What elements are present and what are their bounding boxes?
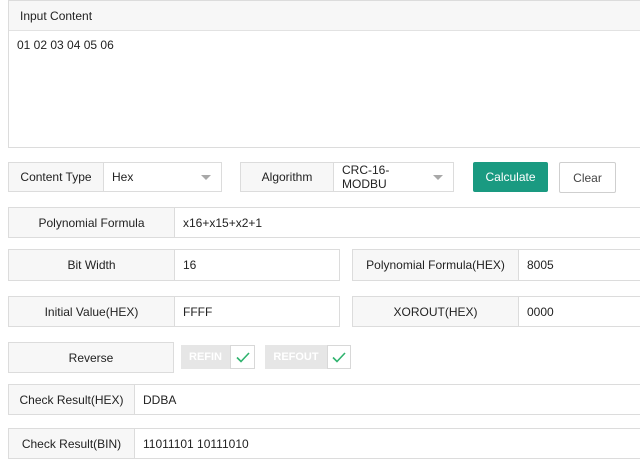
input-textarea[interactable]: 01 02 03 04 05 06 xyxy=(9,32,640,148)
result-hex-value: DDBA xyxy=(143,392,177,407)
bit-width-group: Bit Width 16 xyxy=(8,249,340,281)
checkmark-icon xyxy=(332,351,346,363)
initial-value-group: Initial Value(HEX) FFFF xyxy=(8,296,340,327)
polynomial-formula-input[interactable]: x16+x15+x2+1 xyxy=(175,208,640,237)
chevron-down-icon xyxy=(201,174,211,180)
refout-toggle[interactable]: REFOUT xyxy=(265,345,351,369)
polynomial-formula-row: Polynomial Formula x16+x15+x2+1 xyxy=(8,207,640,238)
polynomial-formula-value: x16+x15+x2+1 xyxy=(183,215,263,230)
clear-button-label: Clear xyxy=(573,170,602,185)
polynomial-hex-label: Polynomial Formula(HEX) xyxy=(353,250,519,280)
result-bin-output: 11011101 10111010 xyxy=(135,429,640,458)
input-text: 01 02 03 04 05 06 xyxy=(17,38,114,52)
bit-width-value: 16 xyxy=(183,258,197,272)
calculate-button-label: Calculate xyxy=(485,170,536,184)
algorithm-group: Algorithm CRC-16-MODBU xyxy=(240,162,454,192)
refin-check xyxy=(230,345,255,369)
xorout-value: 0000 xyxy=(527,304,554,319)
result-hex-row: Check Result(HEX) DDBA xyxy=(8,384,640,415)
initial-value-value: FFFF xyxy=(183,304,213,319)
polynomial-formula-label: Polynomial Formula xyxy=(9,208,175,237)
bit-width-input[interactable]: 16 xyxy=(175,250,339,280)
refout-check xyxy=(327,345,351,369)
chevron-down-icon xyxy=(433,174,443,180)
calculate-button[interactable]: Calculate xyxy=(473,162,548,192)
result-bin-row: Check Result(BIN) 11011101 10111010 xyxy=(8,428,640,459)
bit-width-label-text: Bit Width xyxy=(67,258,116,272)
xorout-label: XOROUT(HEX) xyxy=(353,297,519,326)
result-bin-value: 11011101 10111010 xyxy=(143,436,249,451)
xorout-input[interactable]: 0000 xyxy=(519,297,640,326)
xorout-label-text: XOROUT(HEX) xyxy=(393,304,478,319)
refin-toggle-label: REFIN xyxy=(181,345,230,369)
polynomial-hex-label-text: Polynomial Formula(HEX) xyxy=(366,258,505,272)
algorithm-label: Algorithm xyxy=(241,163,334,191)
content-type-label: Content Type xyxy=(9,163,104,191)
result-hex-label-text: Check Result(HEX) xyxy=(19,392,124,407)
polynomial-formula-label-text: Polynomial Formula xyxy=(38,215,145,230)
polynomial-hex-value: 8005 xyxy=(527,258,554,272)
initial-value-label-text: Initial Value(HEX) xyxy=(44,304,139,319)
refin-label-text: REFIN xyxy=(189,351,222,363)
reverse-label: Reverse xyxy=(8,342,174,373)
polynomial-hex-group: Polynomial Formula(HEX) 8005 xyxy=(352,249,640,281)
content-type-select[interactable]: Hex xyxy=(104,163,221,191)
bit-width-label: Bit Width xyxy=(9,250,175,280)
result-bin-label-text: Check Result(BIN) xyxy=(21,436,122,451)
initial-value-label: Initial Value(HEX) xyxy=(9,297,175,326)
algorithm-selected: CRC-16-MODBU xyxy=(342,163,390,191)
polynomial-hex-input[interactable]: 8005 xyxy=(519,250,640,280)
xorout-group: XOROUT(HEX) 0000 xyxy=(352,296,640,327)
refout-label-text: REFOUT xyxy=(273,351,319,363)
reverse-label-text: Reverse xyxy=(68,350,114,365)
input-panel-title: Input Content xyxy=(20,8,93,23)
refout-toggle-label: REFOUT xyxy=(265,345,327,369)
content-type-label-text: Content Type xyxy=(20,170,92,184)
result-bin-label: Check Result(BIN) xyxy=(9,429,135,458)
clear-button[interactable]: Clear xyxy=(559,162,616,193)
content-type-selected: Hex xyxy=(112,170,134,184)
initial-value-input[interactable]: FFFF xyxy=(175,297,339,326)
content-type-group: Content Type Hex xyxy=(8,162,222,192)
algorithm-select[interactable]: CRC-16-MODBU xyxy=(334,163,453,191)
result-hex-output: DDBA xyxy=(135,385,640,414)
refin-toggle[interactable]: REFIN xyxy=(181,345,255,369)
input-panel: Input Content 01 02 03 04 05 06 xyxy=(8,0,640,148)
algorithm-label-text: Algorithm xyxy=(261,170,313,184)
input-panel-header: Input Content xyxy=(9,1,640,31)
checkmark-icon xyxy=(235,351,250,363)
result-hex-label: Check Result(HEX) xyxy=(9,385,135,414)
